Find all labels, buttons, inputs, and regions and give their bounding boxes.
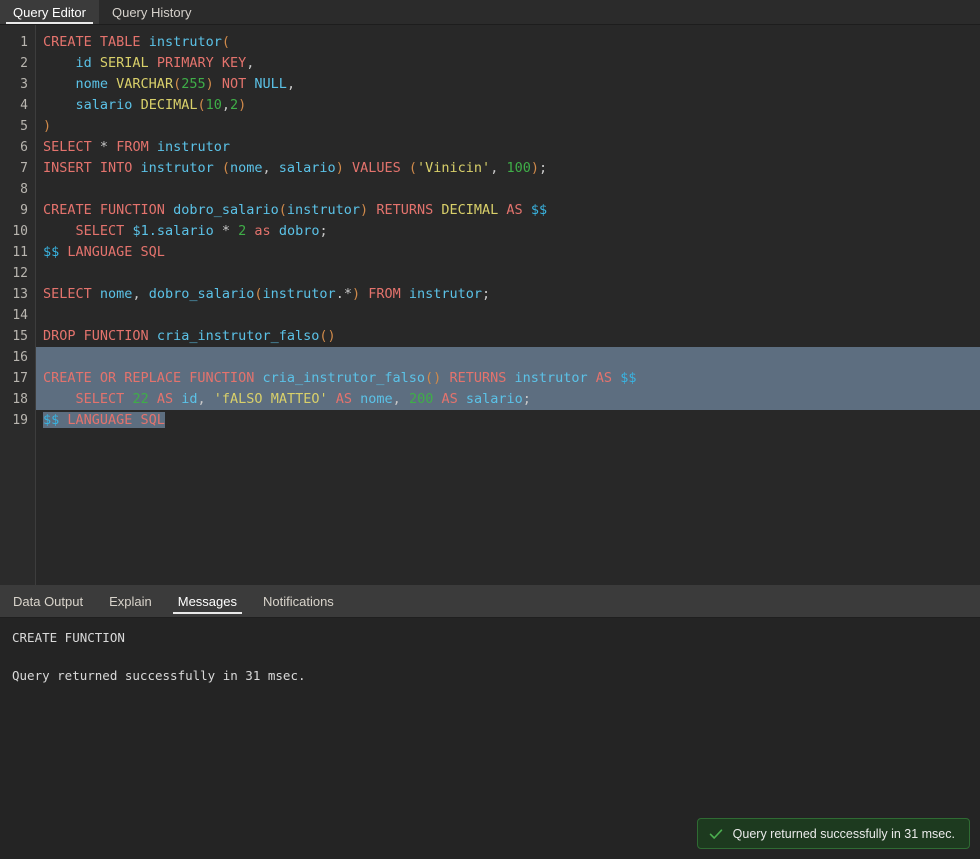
line-number: 13 (12, 287, 28, 302)
tab-query-editor-label: Query Editor (13, 4, 86, 20)
code-line: $$ LANGUAGE SQL (43, 244, 165, 260)
line-number: 5 (20, 119, 28, 134)
code-line-selected (36, 347, 980, 368)
tab-notifications[interactable]: Notifications (250, 585, 347, 617)
line-number: 1 (20, 35, 28, 50)
tab-query-history[interactable]: Query History (99, 0, 204, 24)
line-number: 3 (20, 77, 28, 92)
code-line-selected: CREATE OR REPLACE FUNCTION cria_instruto… (36, 368, 980, 389)
code-area[interactable]: CREATE TABLE instrutor( id SERIAL PRIMAR… (36, 25, 980, 585)
tab-messages-label: Messages (177, 593, 237, 609)
line-number: 15 (12, 329, 28, 344)
code-line: CREATE FUNCTION dobro_salario(instrutor)… (43, 202, 548, 218)
tab-data-output[interactable]: Data Output (0, 585, 96, 617)
tab-data-output-label: Data Output (13, 593, 84, 609)
code-line: DROP FUNCTION cria_instrutor_falso() (43, 328, 336, 344)
line-number: 17 (12, 371, 28, 386)
code-line: ) (43, 118, 52, 134)
line-number: 7 (20, 161, 28, 176)
line-number: 2 (20, 56, 28, 71)
message-line-status: CREATE FUNCTION (12, 630, 125, 645)
output-tab-bar: Data Output Explain Messages Notificatio… (0, 585, 980, 618)
code-line: INSERT INTO instrutor (nome, salario) VA… (43, 160, 548, 176)
tab-notifications-label: Notifications (263, 593, 334, 609)
success-toast[interactable]: Query returned successfully in 31 msec. (696, 818, 970, 849)
tab-explain-label: Explain (109, 593, 152, 609)
code-line: nome VARCHAR(255) NOT NULL, (75, 76, 296, 92)
tab-explain[interactable]: Explain (96, 585, 165, 617)
code-line-selected-partial: $$ LANGUAGE SQL (43, 412, 165, 428)
line-number: 6 (20, 140, 28, 155)
code-line-selected: SELECT 22 AS id, 'fALSO MATTEO' AS nome,… (36, 389, 980, 410)
check-icon (709, 828, 722, 839)
editor-tab-bar: Query Editor Query History (0, 0, 980, 25)
sql-editor[interactable]: 1 2 3 4 5 6 7 8 9 10 11 12 13 14 15 16 1… (0, 25, 980, 585)
line-number: 16 (12, 350, 28, 365)
code-line: SELECT * FROM instrutor (43, 139, 231, 155)
line-number: 10 (12, 224, 28, 239)
code-line: salario DECIMAL(10,2) (75, 97, 247, 113)
code-line: id SERIAL PRIMARY KEY, (75, 55, 255, 71)
code-line: SELECT nome, dobro_salario(instrutor.*) … (43, 286, 491, 302)
tab-messages[interactable]: Messages (165, 585, 250, 617)
line-number: 19 (12, 413, 28, 428)
success-toast-label: Query returned successfully in 31 msec. (732, 826, 955, 841)
line-number: 8 (20, 182, 28, 197)
line-number-gutter: 1 2 3 4 5 6 7 8 9 10 11 12 13 14 15 16 1… (0, 25, 36, 585)
tab-query-history-label: Query History (111, 4, 192, 20)
line-number: 18 (12, 392, 28, 407)
tab-query-editor[interactable]: Query Editor (0, 0, 99, 24)
line-number: 4 (20, 98, 28, 113)
line-number: 11 (12, 245, 28, 260)
line-number: 14 (12, 308, 28, 323)
line-number: 12 (12, 266, 28, 281)
message-line-result: Query returned successfully in 31 msec. (12, 668, 306, 683)
code-line: CREATE TABLE instrutor( (43, 34, 230, 50)
line-number: 9 (20, 203, 28, 218)
code-line: SELECT $1.salario * 2 as dobro; (75, 223, 328, 239)
